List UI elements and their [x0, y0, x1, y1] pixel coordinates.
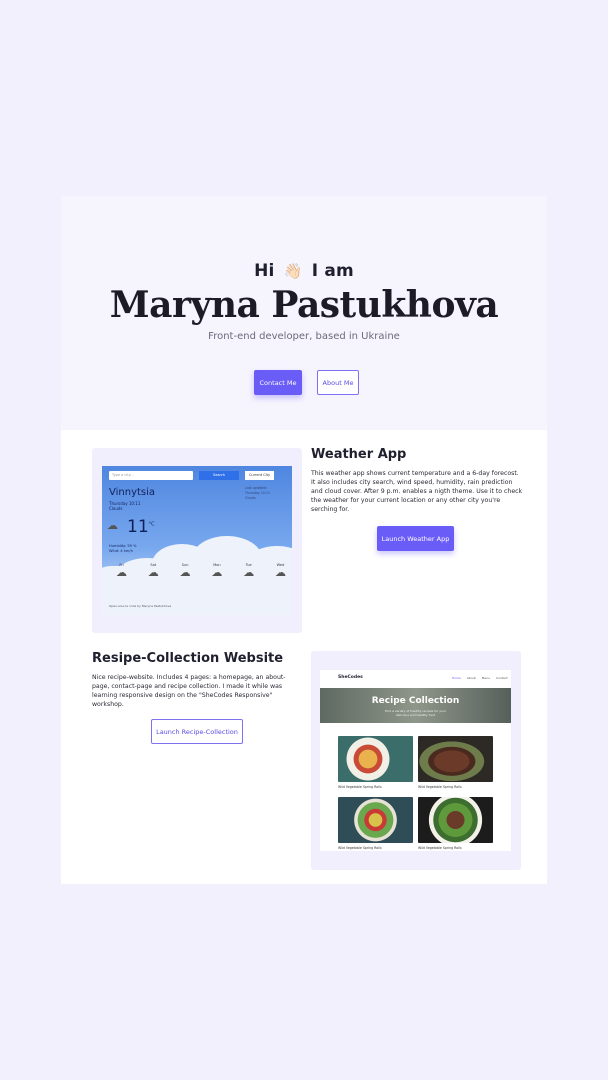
- food-image: [338, 736, 413, 782]
- forecast-day: Wed ☁: [275, 563, 286, 578]
- weather-app-screenshot[interactable]: Type a city... Search Current City Vinny…: [102, 466, 292, 615]
- food-image: [418, 736, 493, 782]
- recipe-banner-tagline: Find a variety of healthy recipes for yo…: [320, 709, 511, 717]
- weather-temperature: 11°C: [127, 517, 155, 537]
- food-caption: Wild Vegetable Spring Rolls: [418, 846, 462, 850]
- weather-condition: Clouds: [109, 506, 123, 511]
- recipe-tagline-line: delicious and healthy food: [395, 713, 436, 717]
- forecast-day: Sat ☁: [148, 563, 159, 578]
- weather-side-info: Last updated: Thursday 10:11 Clouds: [245, 486, 270, 501]
- weather-details: Humidity: 59 % Wind: 4 km/h: [109, 544, 137, 554]
- project-description-weather: This weather app shows current temperatu…: [311, 470, 523, 513]
- cloud-icon: ☁: [211, 566, 223, 579]
- project-title-recipe: Resipe-Collection Website: [92, 651, 284, 666]
- weather-city: Vinnytsia: [109, 487, 156, 498]
- hero-subtitle: Front-end developer, based in Ukraine: [208, 331, 400, 342]
- recipe-logo: SheCodes: [338, 675, 363, 680]
- recipe-nav: Home About Menu Contact: [452, 676, 508, 680]
- food-caption: Wild Vegetable Spring Rolls: [338, 846, 382, 850]
- forecast-day: Tue ☁: [243, 563, 254, 578]
- recipe-nav-item: Menu: [481, 676, 490, 680]
- contact-button[interactable]: Contact Me: [254, 370, 302, 395]
- recipe-nav-item: Home: [452, 676, 461, 680]
- food-image: [418, 797, 493, 843]
- cloud-icon: ☁: [107, 519, 118, 532]
- temperature-unit: °C: [148, 521, 155, 528]
- cloud-icon: ☁: [116, 566, 127, 579]
- forecast-day: Sun ☁: [180, 563, 191, 578]
- forecast-day: Mon ☁: [211, 563, 222, 578]
- weather-search-button: Search: [199, 471, 239, 480]
- recipe-nav-item: Contact: [495, 676, 508, 680]
- project-title-weather: Weather App: [311, 447, 407, 462]
- recipe-banner-title: Recipe Collection: [371, 696, 460, 706]
- weather-search-input: Type a city...: [109, 471, 193, 480]
- greeting: Hi 👋🏻 I am: [61, 261, 547, 281]
- cloud-icon: ☁: [179, 566, 191, 579]
- recipe-site-screenshot[interactable]: SheCodes Home About Menu Contact Recipe …: [320, 670, 511, 851]
- launch-recipe-button[interactable]: Launch Recipe-Collection: [151, 719, 243, 744]
- recipe-nav-item: About: [466, 676, 476, 680]
- food-caption: Wild Vegetable Spring Rolls: [338, 785, 382, 789]
- hero-section: Hi 👋🏻 I am Maryna Pastukhova Front-end d…: [61, 196, 547, 430]
- forecast-row: Fri ☁ Sat ☁ Sun ☁ Mon ☁ Tue ☁ Wed ☁: [116, 563, 286, 578]
- weather-current-city-button: Current City: [245, 471, 274, 480]
- food-image: [338, 797, 413, 843]
- weather-footer: Open-source code by Maryna Pastukhova: [109, 604, 172, 608]
- page-title: Maryna Pastukhova: [109, 284, 499, 326]
- project-description-recipe: Nice recipe-website. Includes 4 pages: a…: [92, 674, 286, 708]
- about-button[interactable]: About Me: [317, 370, 359, 395]
- greeting-post: I am: [311, 261, 354, 281]
- temperature-value: 11: [127, 517, 149, 537]
- weather-wind: Wind: 4 km/h: [109, 549, 133, 553]
- food-caption: Wild Vegetable Spring Rolls: [418, 785, 462, 789]
- launch-weather-button[interactable]: Launch Weather App: [377, 526, 454, 551]
- weather-side-line: Clouds: [245, 496, 256, 500]
- forecast-day: Fri ☁: [116, 563, 127, 578]
- cloud-icon: ☁: [147, 566, 159, 579]
- weather-date: Thursday 10:11 Clouds: [109, 501, 140, 511]
- greeting-pre: Hi: [254, 261, 275, 281]
- cloud-icon: ☁: [274, 566, 286, 579]
- cloud-icon: ☁: [243, 566, 255, 579]
- waving-hand-icon: 👋🏻: [283, 262, 303, 280]
